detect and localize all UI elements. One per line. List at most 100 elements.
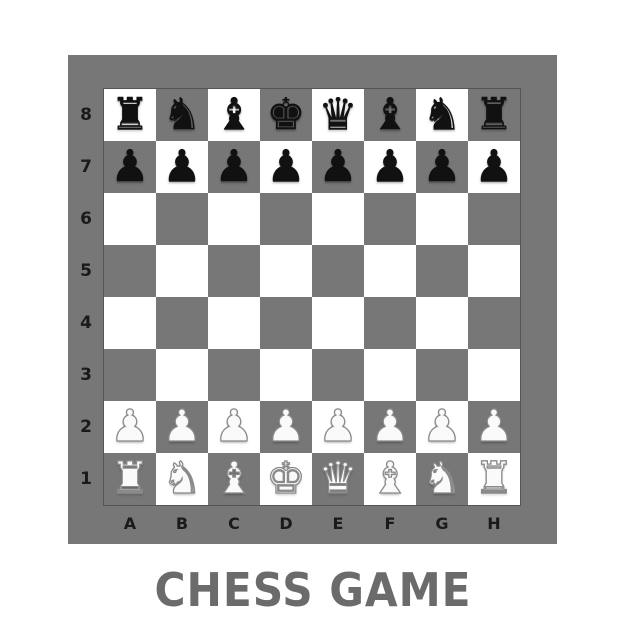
white-pawn-icon[interactable]: ♟ — [474, 400, 515, 453]
square-b7[interactable]: ♟ — [156, 141, 208, 193]
chess-board[interactable]: ♜ ♞ ♝ ♚ ♛ ♝ ♞ ♜ ♟ ♟ ♟ ♟ ♟ ♟ ♟ ♟ ♟ ♟ ♟ ♟ ♟ ♟ ♟ ♟ ♜ ♞ ♝ ♚ ♛ ♝ ♞ ♜ — [104, 89, 520, 505]
square-a7[interactable]: ♟ — [104, 141, 156, 193]
white-pawn-icon[interactable]: ♟ — [266, 400, 307, 453]
square-b5[interactable] — [156, 245, 208, 297]
square-f5[interactable] — [364, 245, 416, 297]
rank-label-7: 7 — [80, 157, 92, 177]
square-e3[interactable] — [312, 349, 364, 401]
square-g4[interactable] — [416, 297, 468, 349]
black-pawn-icon[interactable]: ♟ — [110, 141, 149, 193]
square-e4[interactable] — [312, 297, 364, 349]
square-b3[interactable] — [156, 349, 208, 401]
white-king-icon[interactable]: ♚ — [266, 452, 307, 505]
white-pawn-icon[interactable]: ♟ — [370, 400, 411, 453]
black-pawn-icon[interactable]: ♟ — [162, 141, 201, 193]
black-pawn-icon[interactable]: ♟ — [266, 141, 305, 193]
black-pawn-icon[interactable]: ♟ — [474, 141, 513, 193]
white-knight-icon[interactable]: ♞ — [422, 452, 463, 505]
square-c5[interactable] — [208, 245, 260, 297]
square-b6[interactable] — [156, 193, 208, 245]
square-c8[interactable]: ♝ — [208, 89, 260, 141]
black-pawn-icon[interactable]: ♟ — [370, 141, 409, 193]
square-a3[interactable] — [104, 349, 156, 401]
square-h8[interactable]: ♜ — [468, 89, 520, 141]
square-e7[interactable]: ♟ — [312, 141, 364, 193]
square-f7[interactable]: ♟ — [364, 141, 416, 193]
square-b2[interactable]: ♟ — [156, 400, 208, 453]
square-d8[interactable]: ♚ — [260, 89, 312, 141]
square-d6[interactable] — [260, 193, 312, 245]
white-rook-icon[interactable]: ♜ — [110, 452, 151, 505]
black-queen-icon[interactable]: ♛ — [318, 89, 357, 141]
square-h2[interactable]: ♟ — [468, 400, 520, 453]
square-d5[interactable] — [260, 245, 312, 297]
square-g2[interactable]: ♟ — [416, 400, 468, 453]
square-b4[interactable] — [156, 297, 208, 349]
black-knight-icon[interactable]: ♞ — [422, 89, 461, 141]
black-pawn-icon[interactable]: ♟ — [318, 141, 357, 193]
black-bishop-icon[interactable]: ♝ — [214, 89, 253, 141]
black-rook-icon[interactable]: ♜ — [110, 89, 149, 141]
square-c6[interactable] — [208, 193, 260, 245]
square-h4[interactable] — [468, 297, 520, 349]
white-pawn-icon[interactable]: ♟ — [214, 400, 255, 453]
square-h7[interactable]: ♟ — [468, 141, 520, 193]
white-rook-icon[interactable]: ♜ — [474, 452, 515, 505]
white-bishop-icon[interactable]: ♝ — [370, 452, 411, 505]
game-title: CHESS GAME — [154, 563, 472, 617]
white-pawn-icon[interactable]: ♟ — [318, 400, 359, 453]
square-e5[interactable] — [312, 245, 364, 297]
black-rook-icon[interactable]: ♜ — [474, 89, 513, 141]
file-label-e: E — [332, 514, 344, 533]
white-pawn-icon[interactable]: ♟ — [110, 400, 151, 453]
black-knight-icon[interactable]: ♞ — [162, 89, 201, 141]
square-h5[interactable] — [468, 245, 520, 297]
square-b1[interactable]: ♞ — [156, 452, 208, 505]
white-queen-icon[interactable]: ♛ — [318, 452, 359, 505]
square-f2[interactable]: ♟ — [364, 400, 416, 453]
square-h3[interactable] — [468, 349, 520, 401]
square-h1[interactable]: ♜ — [468, 452, 520, 505]
square-a8[interactable]: ♜ — [104, 89, 156, 141]
square-e8[interactable]: ♛ — [312, 89, 364, 141]
square-d7[interactable]: ♟ — [260, 141, 312, 193]
square-f3[interactable] — [364, 349, 416, 401]
black-king-icon[interactable]: ♚ — [266, 89, 305, 141]
square-f1[interactable]: ♝ — [364, 452, 416, 505]
square-f4[interactable] — [364, 297, 416, 349]
square-d1[interactable]: ♚ — [260, 452, 312, 505]
square-g7[interactable]: ♟ — [416, 141, 468, 193]
square-c4[interactable] — [208, 297, 260, 349]
square-a4[interactable] — [104, 297, 156, 349]
square-d2[interactable]: ♟ — [260, 400, 312, 453]
square-c7[interactable]: ♟ — [208, 141, 260, 193]
white-bishop-icon[interactable]: ♝ — [214, 452, 255, 505]
square-e1[interactable]: ♛ — [312, 452, 364, 505]
square-g1[interactable]: ♞ — [416, 452, 468, 505]
square-e6[interactable] — [312, 193, 364, 245]
square-d3[interactable] — [260, 349, 312, 401]
white-pawn-icon[interactable]: ♟ — [162, 400, 203, 453]
square-g6[interactable] — [416, 193, 468, 245]
square-c1[interactable]: ♝ — [208, 452, 260, 505]
square-a2[interactable]: ♟ — [104, 400, 156, 453]
square-f8[interactable]: ♝ — [364, 89, 416, 141]
square-c3[interactable] — [208, 349, 260, 401]
square-b8[interactable]: ♞ — [156, 89, 208, 141]
square-f6[interactable] — [364, 193, 416, 245]
square-h6[interactable] — [468, 193, 520, 245]
black-pawn-icon[interactable]: ♟ — [422, 141, 461, 193]
square-g5[interactable] — [416, 245, 468, 297]
square-a1[interactable]: ♜ — [104, 452, 156, 505]
white-pawn-icon[interactable]: ♟ — [422, 400, 463, 453]
square-a6[interactable] — [104, 193, 156, 245]
white-knight-icon[interactable]: ♞ — [162, 452, 203, 505]
square-g8[interactable]: ♞ — [416, 89, 468, 141]
black-pawn-icon[interactable]: ♟ — [214, 141, 253, 193]
square-d4[interactable] — [260, 297, 312, 349]
black-bishop-icon[interactable]: ♝ — [370, 89, 409, 141]
square-c2[interactable]: ♟ — [208, 400, 260, 453]
square-e2[interactable]: ♟ — [312, 400, 364, 453]
square-g3[interactable] — [416, 349, 468, 401]
square-a5[interactable] — [104, 245, 156, 297]
